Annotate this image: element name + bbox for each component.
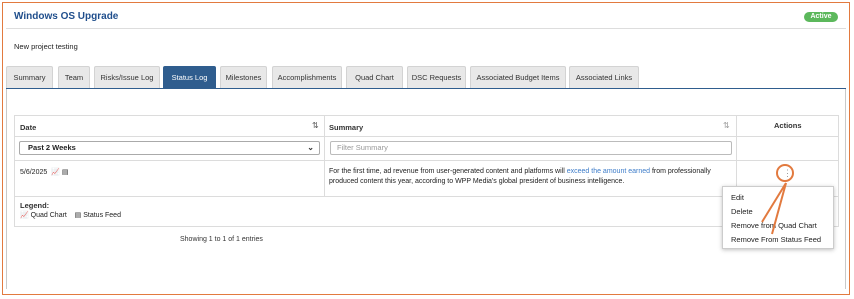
tab-summary[interactable]: Summary xyxy=(6,66,53,88)
tab-status-log[interactable]: Status Log xyxy=(163,66,216,88)
legend-status-feed: Status Feed xyxy=(83,212,121,219)
status-log-table: Date ⇅ Summary ⇅ Actions Past 2 Weeks ⌄ … xyxy=(14,115,839,227)
sort-icon[interactable]: ⇅ xyxy=(723,121,730,130)
tab-quad-chart[interactable]: Quad Chart xyxy=(346,66,403,88)
row-divider xyxy=(15,196,838,197)
menu-item-remove-status-feed[interactable]: Remove From Status Feed xyxy=(731,235,821,244)
tab-dsc-requests[interactable]: DSC Requests xyxy=(407,66,466,88)
date-filter-select[interactable]: Past 2 Weeks ⌄ xyxy=(19,141,320,155)
chevron-down-icon: ⌄ xyxy=(307,143,314,152)
tab-associated-budget-items[interactable]: Associated Budget Items xyxy=(470,66,566,88)
menu-item-remove-quad-chart[interactable]: Remove from Quad Chart xyxy=(731,221,817,230)
legend: 📈 Quad Chart ▤ Status Feed xyxy=(20,211,121,219)
sort-icon[interactable]: ⇅ xyxy=(312,121,319,130)
chart-icon: 📈 xyxy=(20,212,29,219)
date-filter-value: Past 2 Weeks xyxy=(28,143,76,152)
tab-team[interactable]: Team xyxy=(58,66,90,88)
kebab-icon[interactable]: ⋮ xyxy=(783,166,792,180)
project-description: New project testing xyxy=(14,42,78,51)
tab-accomplishments[interactable]: Accomplishments xyxy=(272,66,342,88)
tab-milestones[interactable]: Milestones xyxy=(220,66,267,88)
row-date-text: 5/6/2025 xyxy=(20,169,48,176)
row-summary: For the first time, ad revenue from user… xyxy=(329,167,729,187)
column-header-summary[interactable]: Summary xyxy=(329,123,363,132)
filter-divider xyxy=(15,160,838,161)
chart-icon: 📈 xyxy=(51,169,60,176)
summary-text: For the first time, ad revenue from user… xyxy=(329,168,567,175)
menu-item-edit[interactable]: Edit xyxy=(731,193,744,202)
legend-title: Legend: xyxy=(20,201,50,210)
entries-info: Showing 1 to 1 of 1 entries xyxy=(180,236,263,243)
legend-quad-chart: Quad Chart xyxy=(30,212,67,219)
column-header-actions: Actions xyxy=(774,121,802,130)
status-badge: Active xyxy=(804,12,838,22)
menu-item-delete[interactable]: Delete xyxy=(731,207,753,216)
row-date: 5/6/2025 📈 ▤ xyxy=(20,168,69,176)
tab-risks-issue-log[interactable]: Risks/Issue Log xyxy=(94,66,160,88)
tab-associated-links[interactable]: Associated Links xyxy=(569,66,639,88)
summary-filter-input[interactable]: Filter Summary xyxy=(330,141,732,155)
feed-icon: ▤ xyxy=(61,169,69,176)
divider xyxy=(6,28,846,29)
feed-icon: ▤ xyxy=(74,212,82,219)
project-title: Windows OS Upgrade xyxy=(14,11,119,22)
action-menu: Edit Delete Remove from Quad Chart Remov… xyxy=(722,186,834,249)
header-divider xyxy=(15,136,838,137)
column-divider xyxy=(324,116,325,196)
column-header-date[interactable]: Date xyxy=(20,123,36,132)
column-divider xyxy=(736,116,737,196)
summary-link[interactable]: exceed the amount earned xyxy=(567,168,650,175)
